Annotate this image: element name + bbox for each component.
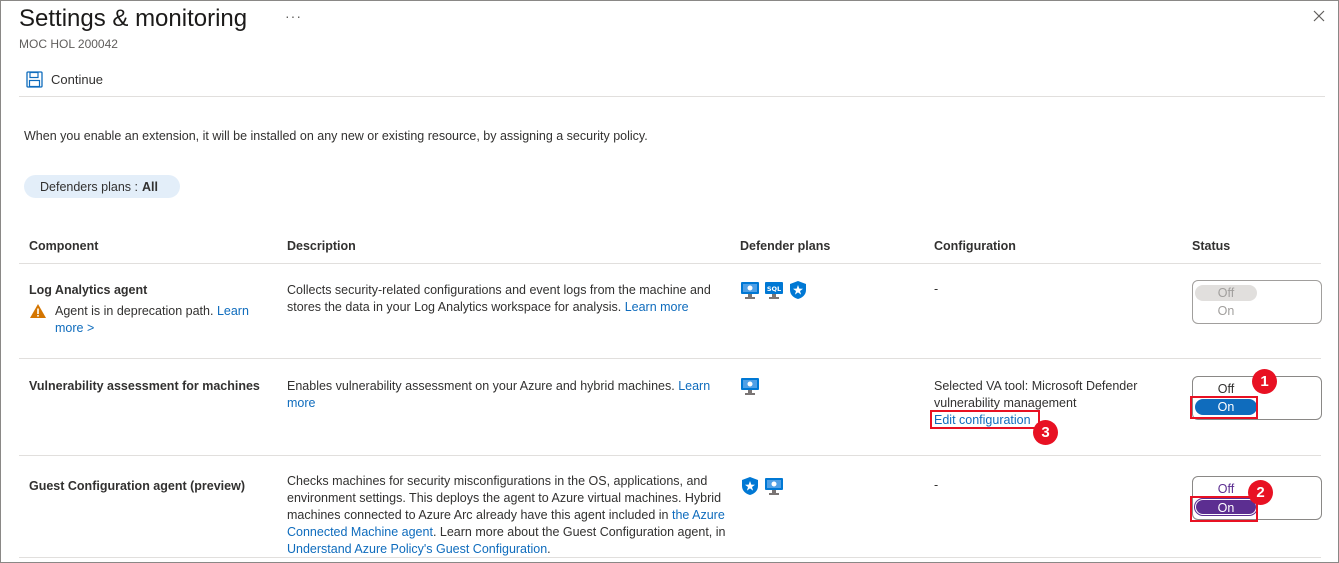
description-text-mid: . Learn more about the Guest Configurati… — [432, 525, 726, 539]
component-name: Guest Configuration agent (preview) — [29, 479, 245, 493]
annotation-badge: 2 — [1248, 480, 1273, 505]
column-header-description: Description — [287, 239, 356, 253]
column-header-configuration: Configuration — [934, 239, 1016, 253]
annotation-badge: 3 — [1033, 420, 1058, 445]
shield-star-icon — [742, 477, 758, 495]
header-divider — [19, 263, 1321, 264]
server-icon — [741, 282, 759, 299]
continue-button[interactable]: Continue — [26, 68, 103, 90]
row-divider — [19, 358, 1321, 359]
column-header-status: Status — [1192, 239, 1231, 253]
row-divider — [19, 455, 1321, 456]
toggle-on-option: On — [1217, 304, 1235, 318]
row-description: Collects security-related configurations… — [287, 282, 732, 316]
annotation-highlight-box — [1190, 396, 1258, 419]
defender-plan-icons — [740, 476, 784, 496]
annotation-highlight-box — [1190, 496, 1258, 522]
server-icon — [765, 478, 783, 495]
annotation-badge: 1 — [1252, 369, 1277, 394]
save-icon — [26, 70, 43, 88]
defender-plans-filter[interactable]: Defenders plans : All — [24, 175, 180, 198]
component-name: Log Analytics agent — [29, 283, 148, 297]
page-title: Settings & monitoring — [19, 5, 248, 32]
guest-configuration-link[interactable]: Understand Azure Policy's Guest Configur… — [287, 542, 547, 556]
row-description: Enables vulnerability assessment on your… — [287, 378, 727, 412]
toggle-off-option[interactable]: Off — [1195, 381, 1257, 397]
filter-label: Defenders plans : — [40, 179, 138, 194]
server-icon — [741, 378, 759, 395]
description-text: Checks machines for security misconfigur… — [287, 474, 722, 522]
svg-text:SQL: SQL — [767, 285, 781, 293]
description-text-end: . — [547, 542, 551, 556]
component-name: Vulnerability assessment for machines — [29, 379, 260, 393]
description-text: Enables vulnerability assessment on your… — [287, 379, 675, 393]
row-divider — [19, 557, 1321, 558]
deprecation-warning: Agent is in deprecation path. Learn more… — [29, 303, 269, 337]
configuration-value: Selected VA tool: Microsoft Defender vul… — [934, 378, 1164, 412]
sql-icon: SQL — [765, 282, 783, 299]
continue-label: Continue — [51, 71, 104, 87]
config-label: Selected VA tool: — [934, 379, 1029, 393]
close-icon[interactable] — [1311, 8, 1327, 24]
toolbar-divider — [19, 96, 1325, 97]
shield-star-icon — [790, 281, 806, 299]
defender-plan-icons — [740, 376, 760, 396]
warning-text: Agent is in deprecation path. — [55, 304, 214, 318]
page-subtitle: MOC HOL 200042 — [19, 37, 118, 51]
column-header-component: Component — [29, 239, 99, 253]
status-toggle: Off On — [1192, 280, 1322, 324]
column-header-defender-plans: Defender plans — [740, 239, 831, 253]
configuration-value: - — [934, 282, 939, 296]
defender-plan-icons: SQL — [740, 280, 808, 300]
more-options-button[interactable]: ··· — [285, 8, 302, 24]
warning-icon — [30, 304, 46, 318]
filter-value: All — [141, 179, 158, 194]
configuration-value: - — [934, 478, 939, 492]
toggle-off-option: Off — [1195, 285, 1257, 301]
row-description: Checks machines for security misconfigur… — [287, 473, 732, 558]
annotation-highlight-box — [930, 410, 1040, 429]
learn-more-link[interactable]: Learn more — [625, 300, 689, 314]
intro-text: When you enable an extension, it will be… — [24, 129, 648, 143]
